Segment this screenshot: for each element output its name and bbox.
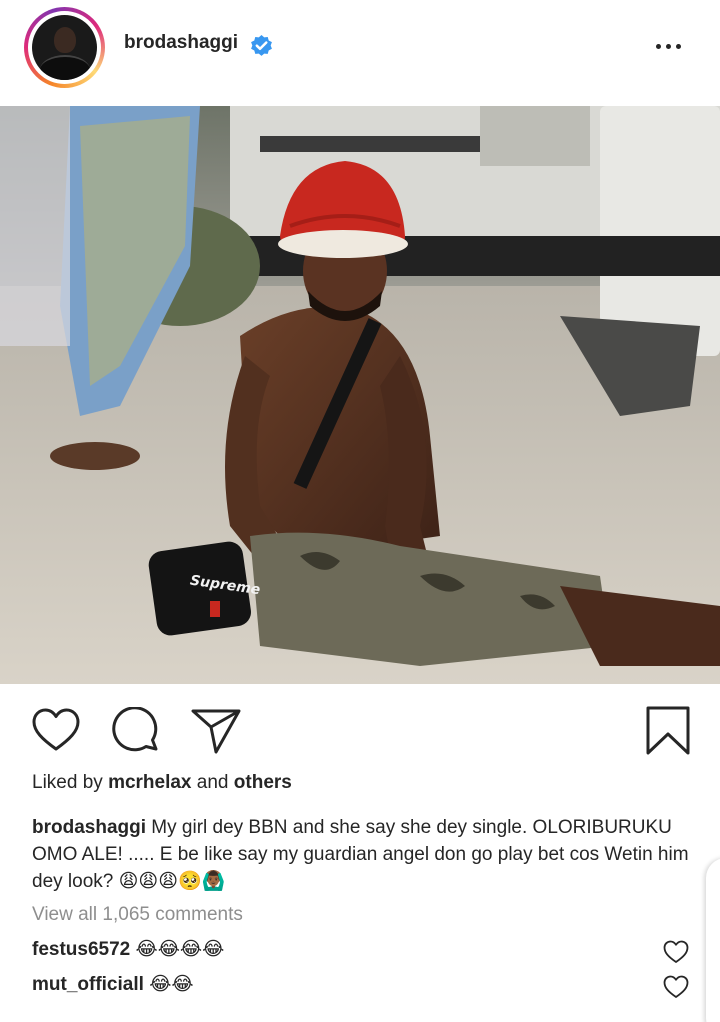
send-icon[interactable] — [191, 708, 241, 754]
more-options-icon[interactable] — [656, 38, 688, 54]
bookmark-icon[interactable] — [646, 706, 690, 756]
comment-text: 😂😂 — [149, 974, 194, 995]
caption-username[interactable]: brodashaggi — [32, 817, 146, 838]
verified-badge-icon — [251, 35, 272, 56]
likes-summary[interactable]: Liked by mcrhelax and others — [32, 772, 292, 794]
likes-user[interactable]: mcrhelax — [108, 772, 191, 793]
post-photo[interactable]: Supreme — [0, 106, 720, 684]
avatar[interactable] — [32, 15, 97, 80]
view-all-comments-link[interactable]: View all 1,065 comments — [32, 904, 243, 926]
edge-panel — [706, 858, 720, 1022]
story-ring[interactable] — [24, 7, 105, 88]
comment-icon[interactable] — [111, 707, 161, 755]
dot — [656, 43, 661, 49]
likes-prefix: Liked by — [32, 772, 103, 793]
comment-row: festus6572 😂😂😂😂 — [32, 938, 224, 961]
comment-username[interactable]: festus6572 — [32, 939, 130, 960]
heart-icon[interactable] — [32, 708, 80, 752]
comment-text: 😂😂😂😂 — [135, 939, 225, 960]
comment-like-heart-icon[interactable] — [663, 975, 689, 999]
comment-row: mut_officiall 😂😂 — [32, 973, 194, 996]
post-header: brodashaggi — [0, 0, 720, 106]
photo-scene: Supreme — [0, 106, 720, 684]
comment-like-heart-icon[interactable] — [663, 940, 689, 964]
dot — [666, 43, 671, 49]
comment-username[interactable]: mut_officiall — [32, 974, 144, 995]
post-caption: brodashaggi My girl dey BBN and she say … — [32, 814, 692, 895]
likes-others[interactable]: others — [234, 772, 292, 793]
post-username[interactable]: brodashaggi — [124, 32, 238, 54]
avatar-head — [54, 27, 76, 53]
likes-joiner: and — [196, 772, 229, 793]
dot — [676, 43, 681, 49]
avatar-shoulders — [40, 55, 90, 80]
